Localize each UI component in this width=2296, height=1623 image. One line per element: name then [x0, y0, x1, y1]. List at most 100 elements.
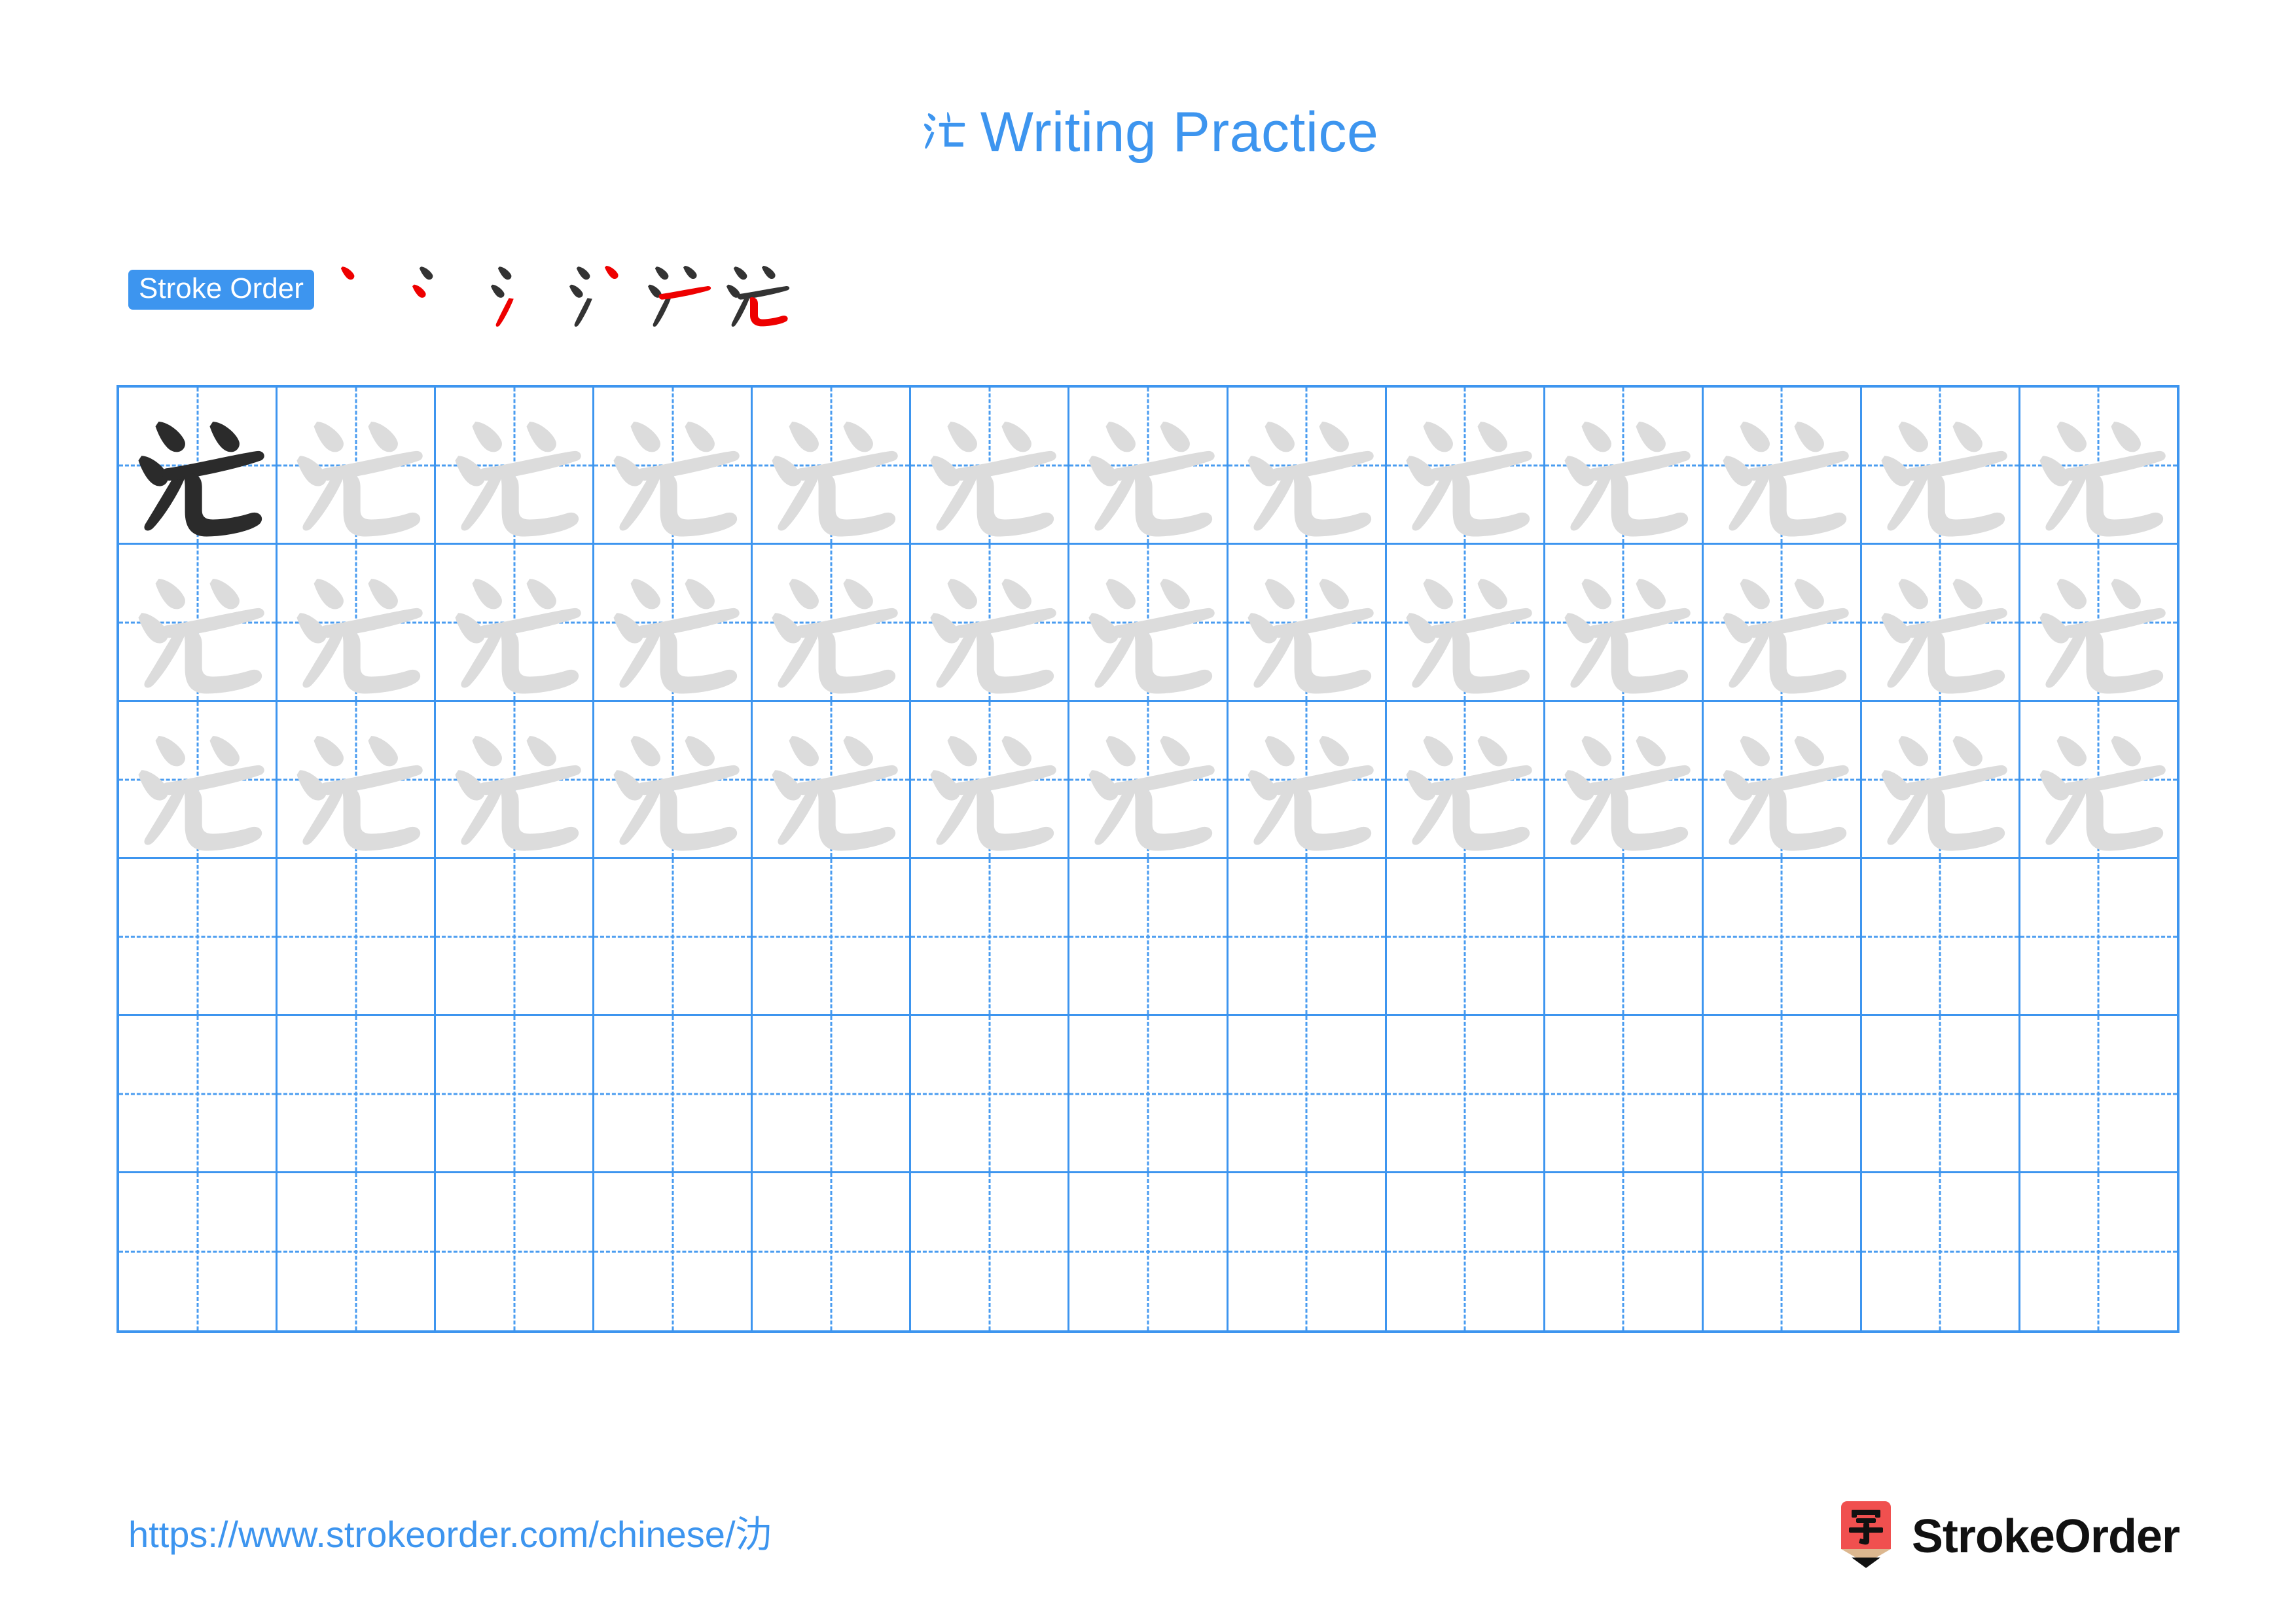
- grid-cell[interactable]: [911, 859, 1070, 1014]
- grid-cell[interactable]: [1229, 1016, 1387, 1171]
- grid-cell[interactable]: [1704, 388, 1862, 543]
- grid-cell[interactable]: [1069, 545, 1229, 700]
- grid-cell[interactable]: [1862, 1173, 2020, 1330]
- grid-cell[interactable]: [1387, 1173, 1545, 1330]
- grid-cell[interactable]: [119, 702, 278, 857]
- grid-cell[interactable]: [1862, 1016, 2020, 1171]
- trace-character: [1229, 388, 1385, 543]
- grid-cell[interactable]: [911, 702, 1070, 857]
- grid-cell[interactable]: [2020, 702, 2177, 857]
- grid-cell[interactable]: [753, 388, 912, 543]
- grid-cell[interactable]: [278, 1173, 437, 1330]
- grid-cell[interactable]: [1704, 702, 1862, 857]
- grid-cell[interactable]: [1069, 1016, 1229, 1171]
- grid-cell[interactable]: [2020, 859, 2177, 1014]
- trace-character: [1545, 545, 1702, 700]
- trace-character: [2020, 702, 2177, 857]
- grid-cell[interactable]: [753, 702, 912, 857]
- stroke-order-section: Stroke Order: [128, 250, 797, 329]
- grid-cell[interactable]: [436, 1016, 595, 1171]
- grid-cell[interactable]: [278, 859, 437, 1014]
- grid-cell[interactable]: [1862, 388, 2020, 543]
- grid-cell[interactable]: [1069, 859, 1229, 1014]
- grid-cell[interactable]: [119, 859, 278, 1014]
- grid-cell[interactable]: [1229, 545, 1387, 700]
- trace-character: [1545, 702, 1702, 857]
- trace-character: [278, 702, 434, 857]
- grid-cell[interactable]: [1387, 545, 1545, 700]
- grid-cell[interactable]: [436, 1173, 595, 1330]
- grid-cell[interactable]: [594, 545, 753, 700]
- grid-cell[interactable]: [1545, 545, 1704, 700]
- grid-cell[interactable]: [1387, 859, 1545, 1014]
- grid-cell[interactable]: [1069, 702, 1229, 857]
- grid-cell[interactable]: [119, 388, 278, 543]
- trace-character: [1069, 545, 1226, 700]
- grid-cell[interactable]: [2020, 1173, 2177, 1330]
- grid-cell[interactable]: [1545, 388, 1704, 543]
- grid-cell[interactable]: [1704, 545, 1862, 700]
- grid-cell[interactable]: [1069, 388, 1229, 543]
- pencil-logo-icon: [1837, 1501, 1895, 1573]
- trace-character: [594, 702, 751, 857]
- grid-cell[interactable]: [1862, 545, 2020, 700]
- grid-cell[interactable]: [1704, 1016, 1862, 1171]
- grid-cell[interactable]: [1862, 702, 2020, 857]
- grid-cell[interactable]: [1229, 702, 1387, 857]
- trace-character: [1387, 702, 1543, 857]
- grid-cell[interactable]: [594, 859, 753, 1014]
- grid-cell[interactable]: [1545, 702, 1704, 857]
- grid-cell[interactable]: [119, 545, 278, 700]
- grid-cell[interactable]: [594, 388, 753, 543]
- grid-cell[interactable]: [1229, 859, 1387, 1014]
- title-character: [918, 101, 971, 164]
- brand-logo[interactable]: StrokeOrder: [1837, 1501, 2180, 1573]
- grid-cell[interactable]: [594, 1016, 753, 1171]
- grid-cell[interactable]: [1387, 1016, 1545, 1171]
- grid-cell[interactable]: [2020, 1016, 2177, 1171]
- grid-cell[interactable]: [436, 545, 595, 700]
- footer-url[interactable]: https://www.strokeorder.com/chinese/氻: [128, 1516, 772, 1553]
- grid-cell[interactable]: [278, 702, 437, 857]
- grid-cell[interactable]: [1862, 859, 2020, 1014]
- grid-cell[interactable]: [2020, 545, 2177, 700]
- grid-cell[interactable]: [1387, 702, 1545, 857]
- stroke-step-2: [404, 250, 483, 329]
- grid-cell[interactable]: [1069, 1173, 1229, 1330]
- stroke-order-steps: [326, 250, 797, 329]
- grid-cell[interactable]: [1387, 388, 1545, 543]
- grid-cell[interactable]: [436, 388, 595, 543]
- grid-cell[interactable]: [278, 545, 437, 700]
- grid-cell[interactable]: [1545, 1173, 1704, 1330]
- grid-cell[interactable]: [911, 545, 1070, 700]
- grid-cell[interactable]: [1704, 1173, 1862, 1330]
- grid-cell[interactable]: [594, 702, 753, 857]
- grid-cell[interactable]: [119, 1173, 278, 1330]
- grid-cell[interactable]: [753, 545, 912, 700]
- grid-cell[interactable]: [1704, 859, 1862, 1014]
- grid-cell[interactable]: [594, 1173, 753, 1330]
- stroke-step-4: [562, 250, 640, 329]
- trace-character: [1704, 388, 1860, 543]
- trace-character: [278, 545, 434, 700]
- stroke-step-1: [326, 250, 404, 329]
- grid-cell[interactable]: [119, 1016, 278, 1171]
- grid-cell[interactable]: [753, 1016, 912, 1171]
- grid-cell[interactable]: [911, 1173, 1070, 1330]
- trace-character: [753, 545, 909, 700]
- grid-cell[interactable]: [436, 859, 595, 1014]
- grid-cell[interactable]: [436, 702, 595, 857]
- trace-character: [119, 702, 276, 857]
- grid-cell[interactable]: [911, 388, 1070, 543]
- grid-cell[interactable]: [911, 1016, 1070, 1171]
- grid-cell[interactable]: [1545, 859, 1704, 1014]
- grid-cell[interactable]: [278, 1016, 437, 1171]
- grid-cell[interactable]: [753, 1173, 912, 1330]
- grid-cell[interactable]: [2020, 388, 2177, 543]
- grid-cell[interactable]: [753, 859, 912, 1014]
- grid-cell[interactable]: [1229, 1173, 1387, 1330]
- grid-cell[interactable]: [1229, 388, 1387, 543]
- grid-cell[interactable]: [1545, 1016, 1704, 1171]
- stroke-step-3: [483, 250, 562, 329]
- grid-cell[interactable]: [278, 388, 437, 543]
